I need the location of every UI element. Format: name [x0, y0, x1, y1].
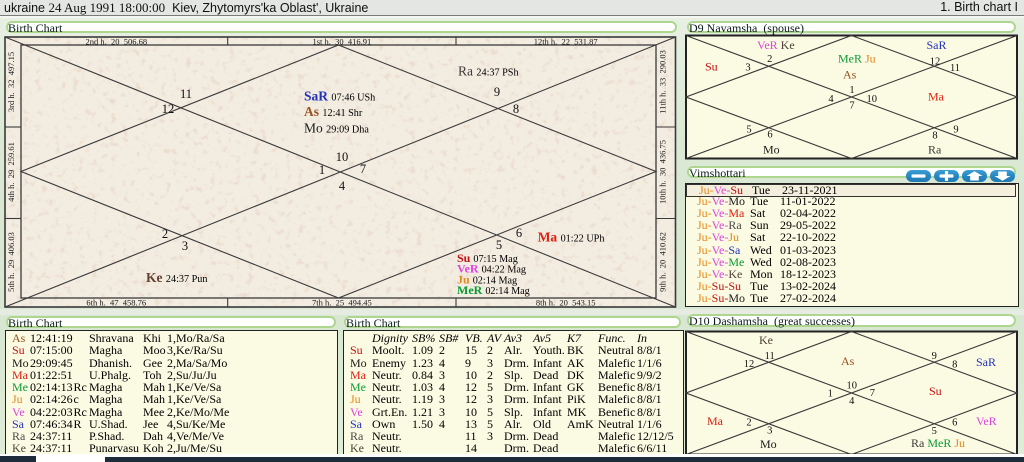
svg-text:4: 4	[828, 94, 834, 105]
svg-text:As: As	[841, 354, 855, 368]
svg-text:5: 5	[746, 125, 751, 136]
svg-text:7th h. 25 494.45: 7th h. 25 494.45	[312, 298, 372, 308]
svg-text:4: 4	[849, 396, 855, 407]
svg-text:Mo: Mo	[763, 143, 780, 157]
svg-text:Ra: Ra	[928, 143, 942, 157]
svg-text:3: 3	[767, 425, 772, 436]
svg-text:2: 2	[162, 227, 168, 241]
svg-text:As: As	[843, 68, 857, 82]
svg-text:Su: Su	[705, 60, 718, 74]
svg-text:VeR: VeR	[976, 414, 997, 428]
svg-text:3rd h. 32 497.15: 3rd h. 32 497.15	[6, 52, 16, 112]
svg-text:SaR: SaR	[927, 38, 947, 52]
svg-text:10: 10	[847, 380, 858, 391]
svg-text:10: 10	[866, 94, 877, 105]
svg-text:3: 3	[745, 63, 750, 74]
svg-text:3: 3	[182, 239, 188, 253]
svg-text:5: 5	[496, 238, 502, 252]
svg-text:Mo: Mo	[760, 437, 777, 451]
svg-text:11: 11	[950, 63, 960, 74]
svg-text:12: 12	[744, 359, 755, 370]
svg-text:6: 6	[767, 130, 772, 141]
svg-text:8: 8	[513, 102, 519, 116]
svg-text:1st h. 30 416.91: 1st h. 30 416.91	[313, 37, 372, 47]
svg-text:9th h. 20 410.62: 9th h. 20 410.62	[658, 232, 668, 292]
svg-text:7: 7	[849, 101, 854, 112]
svg-text:7: 7	[870, 388, 875, 399]
svg-text:6: 6	[516, 226, 522, 240]
svg-text:9: 9	[494, 85, 500, 99]
svg-text:12: 12	[162, 102, 175, 116]
svg-text:10th h. 30 436.75: 10th h. 30 436.75	[658, 140, 668, 204]
svg-text:6th h. 47 458.76: 6th h. 47 458.76	[86, 298, 146, 308]
svg-text:MeR Ju: MeR Ju	[838, 52, 876, 66]
svg-text:2nd h. 20 506.68: 2nd h. 20 506.68	[85, 37, 147, 47]
svg-text:5th h. 29 406.03: 5th h. 29 406.03	[6, 232, 16, 292]
svg-text:8: 8	[932, 131, 937, 142]
svg-text:MeR 02:14 Mag: MeR 02:14 Mag	[457, 283, 530, 297]
svg-text:4th h. 29 259.61: 4th h. 29 259.61	[6, 142, 16, 202]
svg-text:Ke: Ke	[759, 333, 773, 347]
svg-text:SaR: SaR	[976, 355, 996, 369]
svg-text:1: 1	[849, 85, 854, 96]
svg-text:Su: Su	[929, 384, 942, 398]
svg-text:8th h. 20 543.15: 8th h. 20 543.15	[536, 298, 596, 308]
svg-text:6: 6	[952, 418, 957, 429]
svg-text:Ma: Ma	[707, 414, 724, 428]
svg-text:Ra MeR Ju: Ra MeR Ju	[911, 436, 965, 450]
svg-text:9: 9	[953, 125, 958, 136]
svg-text:VeR Ke: VeR Ke	[757, 38, 795, 52]
svg-text:11th h. 33 290.03: 11th h. 33 290.03	[658, 50, 668, 114]
svg-text:Ma: Ma	[928, 90, 945, 104]
svg-text:7: 7	[360, 162, 366, 176]
svg-text:1: 1	[319, 163, 325, 177]
svg-text:1: 1	[828, 389, 833, 400]
svg-text:11: 11	[180, 87, 192, 101]
svg-text:12th h. 22 531.87: 12th h. 22 531.87	[534, 37, 598, 47]
svg-text:11: 11	[765, 351, 775, 362]
svg-text:2: 2	[746, 418, 751, 429]
svg-text:8: 8	[952, 360, 957, 371]
svg-text:10: 10	[336, 150, 349, 164]
svg-text:9: 9	[932, 351, 937, 362]
svg-text:12: 12	[930, 57, 941, 68]
svg-text:2: 2	[767, 54, 772, 65]
svg-text:4: 4	[339, 179, 346, 193]
